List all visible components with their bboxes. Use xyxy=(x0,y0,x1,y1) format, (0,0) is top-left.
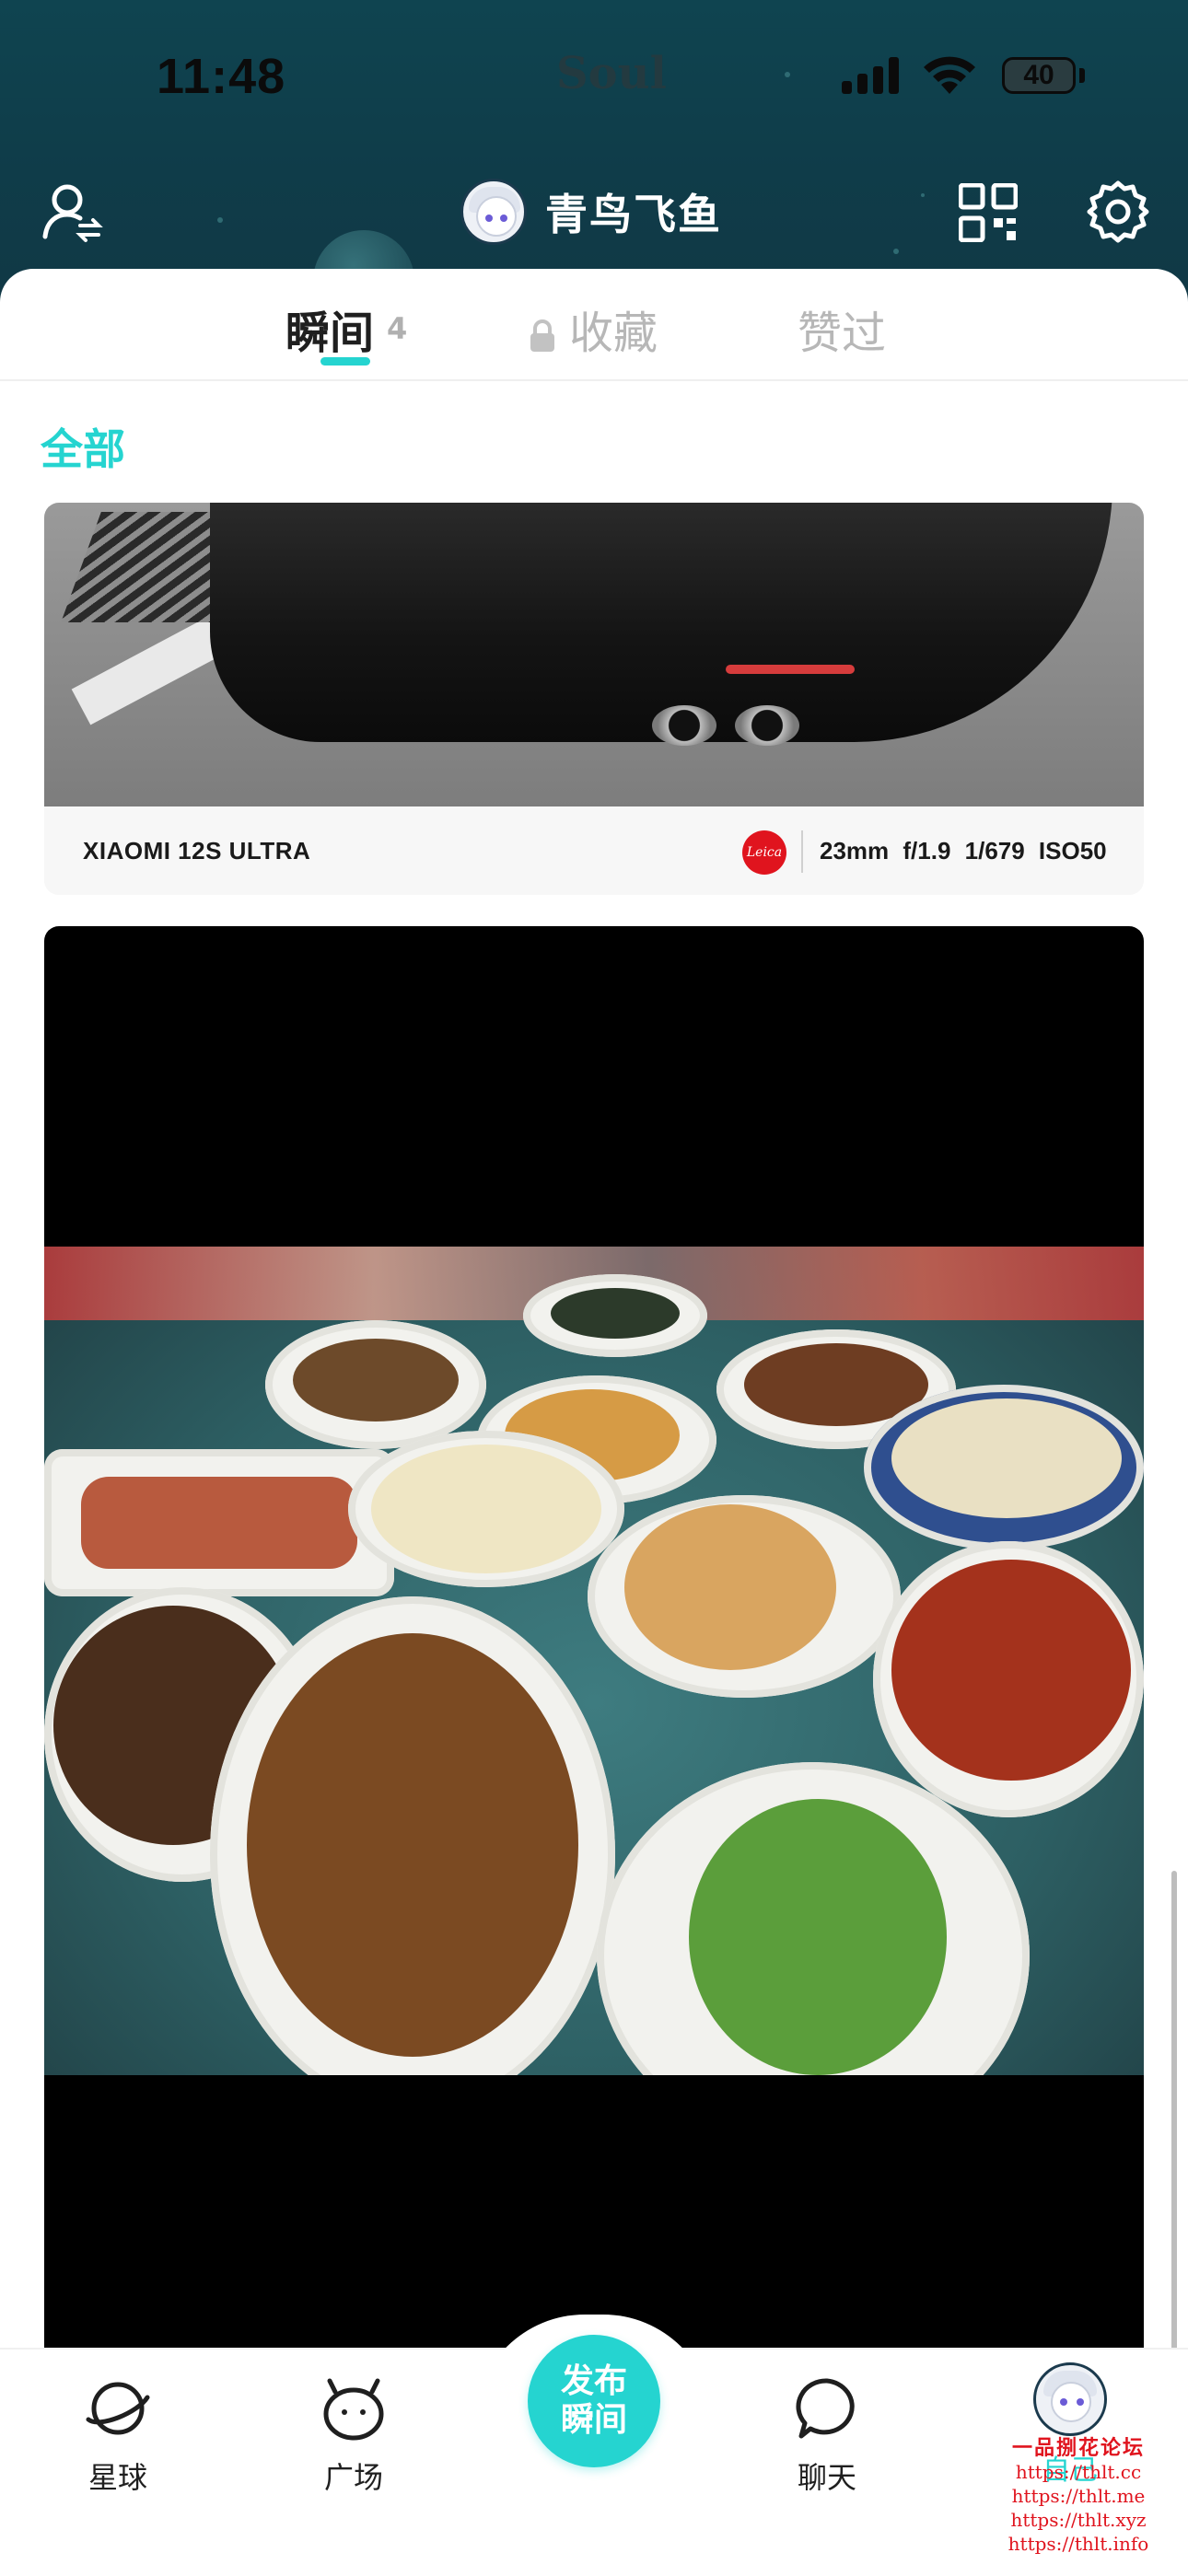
avatar xyxy=(460,179,527,245)
tab-square[interactable]: 广场 xyxy=(289,2372,418,2497)
tab-favorites[interactable]: 收藏 xyxy=(529,296,658,361)
exif-divider xyxy=(801,830,803,873)
exif-params: 23mm f/1.9 1/679 ISO50 xyxy=(820,836,1107,864)
post-photo xyxy=(44,503,1144,806)
nickname: 青鸟飞鱼 xyxy=(545,190,722,239)
carrier-logo: Soul xyxy=(556,48,667,99)
status-time: 11:48 xyxy=(157,49,286,104)
tab-favorites-label: 收藏 xyxy=(569,307,658,359)
lock-icon xyxy=(529,312,556,352)
main-content: 瞬间 4 收藏 赞过 全部 XIAOMI 12S ULTRA Leica 23m… xyxy=(0,269,1188,2350)
chat-bubble-icon xyxy=(790,2372,864,2445)
battery-icon: 40 xyxy=(1002,57,1076,94)
watermark-url: https://thlt.cc xyxy=(1015,2461,1142,2483)
status-bar: 11:48 Soul 40 xyxy=(0,0,1188,157)
watermark-title: 一品捌花论坛 xyxy=(1011,2436,1145,2460)
tab-active-indicator xyxy=(320,357,370,366)
tab-planet[interactable]: 星球 xyxy=(53,2372,182,2497)
scrollbar[interactable] xyxy=(1171,1871,1177,2350)
watermark: 一品捌花论坛 https://thlt.cc https://thlt.me h… xyxy=(973,2436,1184,2556)
post-card[interactable] xyxy=(44,926,1144,2350)
profile-title[interactable]: 青鸟飞鱼 xyxy=(460,175,722,249)
qr-code-icon[interactable] xyxy=(954,179,1022,247)
tab-chat-label: 聊天 xyxy=(797,2460,856,2495)
profile-nav: 青鸟飞鱼 xyxy=(0,166,1188,258)
tab-chat[interactable]: 聊天 xyxy=(763,2372,891,2497)
publish-button[interactable]: 发布 瞬间 xyxy=(528,2335,660,2467)
header: 11:48 Soul 40 青鸟飞鱼 xyxy=(0,0,1188,313)
publish-line2: 瞬间 xyxy=(560,2401,627,2439)
post-card[interactable]: XIAOMI 12S ULTRA Leica 23mm f/1.9 1/679 … xyxy=(44,503,1144,895)
tab-moments-count: 4 xyxy=(387,311,408,346)
tab-liked[interactable]: 赞过 xyxy=(798,296,886,361)
watermark-url: https://thlt.info xyxy=(1007,2533,1149,2555)
gear-icon[interactable] xyxy=(1083,177,1153,247)
watermark-url: https://thlt.xyz xyxy=(1010,2509,1147,2531)
tab-square-label: 广场 xyxy=(323,2460,383,2495)
tab-me-avatar[interactable] xyxy=(1033,2362,1107,2436)
battery-cap xyxy=(1079,68,1085,83)
post-photo xyxy=(44,1247,1144,2075)
signal-icon xyxy=(842,57,903,94)
camera-model: XIAOMI 12S ULTRA xyxy=(83,836,311,864)
wifi-icon xyxy=(924,56,975,94)
leica-logo: Leica xyxy=(742,830,786,875)
tab-moments-label: 瞬间 xyxy=(285,307,375,359)
tab-planet-label: 星球 xyxy=(87,2460,147,2495)
watermark-url: https://thlt.me xyxy=(1011,2485,1146,2507)
square-face-icon xyxy=(317,2372,390,2445)
exif-bar: XIAOMI 12S ULTRA Leica 23mm f/1.9 1/679 … xyxy=(44,806,1144,895)
publish-line1: 发布 xyxy=(560,2362,627,2400)
tab-moments[interactable]: 瞬间 4 xyxy=(285,296,407,361)
tab-liked-label: 赞过 xyxy=(798,307,887,359)
planet-icon xyxy=(81,2372,155,2445)
profile-switch-icon[interactable] xyxy=(35,175,109,249)
tab-bar-top: 瞬间 4 收藏 赞过 xyxy=(0,269,1188,381)
filter-all[interactable]: 全部 xyxy=(41,416,125,477)
